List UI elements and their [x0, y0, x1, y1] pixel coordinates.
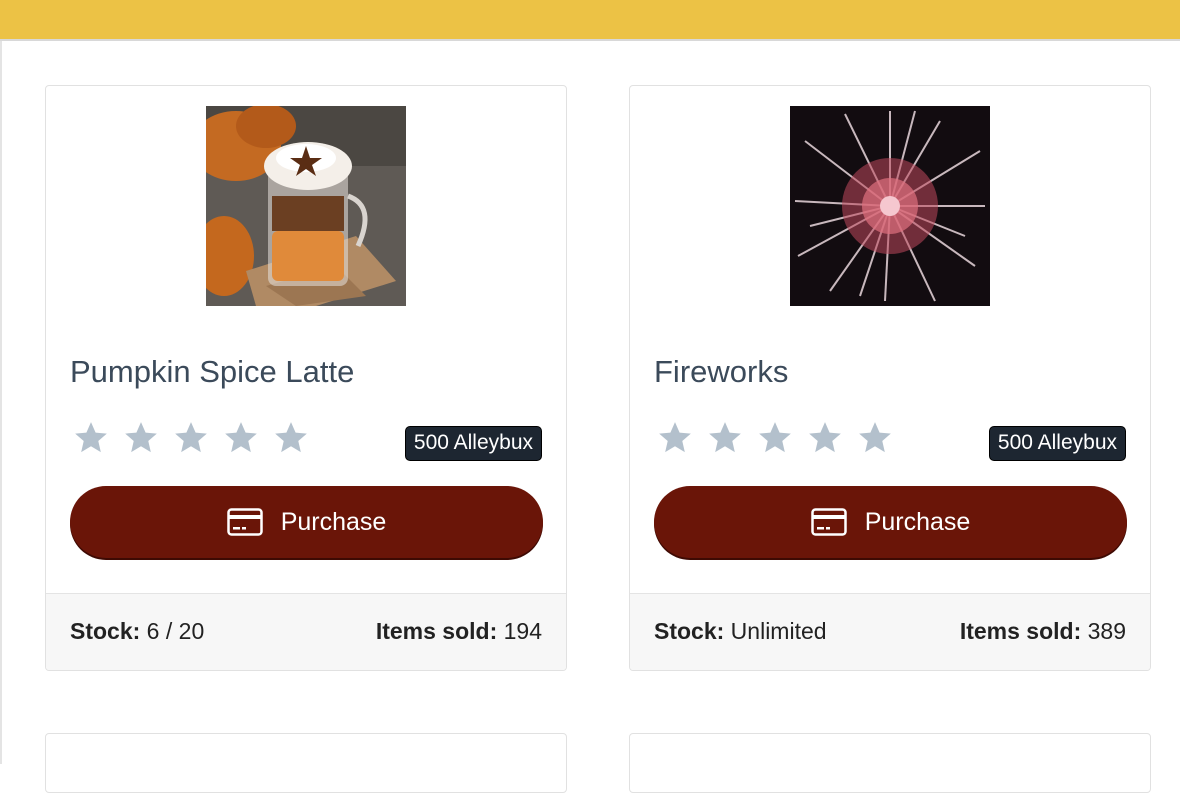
star-icon[interactable] [222, 419, 260, 457]
star-icon[interactable] [806, 419, 844, 457]
card-footer: Stock: Unlimited Items sold: 389 [630, 593, 1150, 670]
stock-value: 6 / 20 [140, 618, 205, 644]
top-header-bar [0, 0, 1180, 41]
credit-card-icon [810, 508, 847, 536]
star-icon[interactable] [656, 419, 694, 457]
stock-label: Stock: [654, 618, 725, 644]
items-sold-label: Items sold: [959, 618, 1082, 644]
product-card-partial [629, 733, 1151, 793]
purchase-label: Purchase [280, 507, 387, 536]
items-sold-label: Items sold: [375, 618, 498, 644]
items-sold-info: Items sold: 389 [960, 618, 1126, 645]
items-sold-value: 389 [1081, 618, 1126, 644]
star-icon[interactable] [706, 419, 744, 457]
star-icon[interactable] [172, 419, 210, 457]
purchase-button[interactable]: Purchase [70, 486, 543, 558]
card-footer: Stock: 6 / 20 Items sold: 194 [46, 593, 566, 670]
product-title: Fireworks [654, 354, 789, 389]
stock-info: Stock: Unlimited [654, 618, 827, 645]
price-badge: 500 Alleybux [988, 426, 1126, 461]
product-card: Fireworks 500 Alleybux Purchase Stock: U… [629, 85, 1151, 671]
items-sold-info: Items sold: 194 [376, 618, 542, 645]
purchase-label: Purchase [864, 507, 971, 536]
star-icon[interactable] [122, 419, 160, 457]
product-card: Pumpkin Spice Latte 500 Alleybux Purchas… [45, 85, 567, 671]
stock-info: Stock: 6 / 20 [70, 618, 204, 645]
items-sold-value: 194 [497, 618, 542, 644]
purchase-button[interactable]: Purchase [654, 486, 1127, 558]
product-image-pumpkin-spice-latte[interactable] [206, 106, 406, 306]
star-icon[interactable] [72, 419, 110, 457]
price-badge: 500 Alleybux [404, 426, 542, 461]
star-icon[interactable] [856, 419, 894, 457]
credit-card-icon [226, 508, 263, 536]
rating-stars[interactable] [656, 419, 894, 459]
star-icon[interactable] [756, 419, 794, 457]
product-card-partial [45, 733, 567, 793]
product-title: Pumpkin Spice Latte [70, 354, 355, 389]
product-image-fireworks[interactable] [790, 106, 990, 306]
star-icon[interactable] [272, 419, 310, 457]
stock-label: Stock: [70, 618, 141, 644]
stock-value: Unlimited [724, 618, 827, 644]
rating-stars[interactable] [72, 419, 310, 459]
page-left-border [0, 41, 2, 764]
